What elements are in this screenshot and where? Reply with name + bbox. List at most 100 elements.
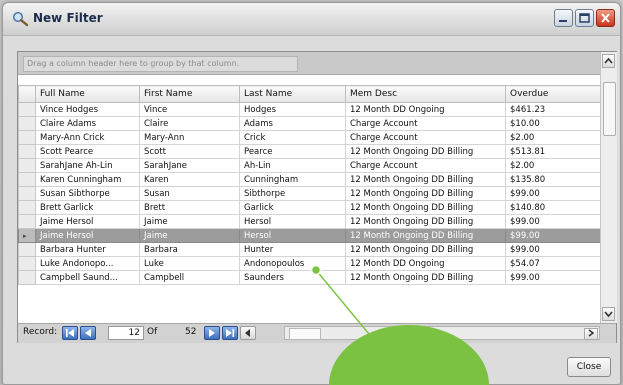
cell-overdue[interactable]: $99.00	[505, 214, 601, 229]
row-selector[interactable]: ▸	[18, 228, 36, 243]
cell-overdue[interactable]: $461.23	[505, 102, 601, 117]
cell-last-name[interactable]: Pearce	[239, 144, 346, 159]
cell-last-name[interactable]: Hersol	[239, 228, 346, 243]
cell-mem-desc[interactable]: Charge Account	[345, 116, 506, 131]
row-selector[interactable]	[18, 116, 36, 131]
title-bar[interactable]: New Filter	[3, 3, 620, 36]
table-row[interactable]: Claire Adams Claire Adams Charge Account $10…	[18, 116, 601, 131]
close-button[interactable]: Close	[567, 357, 611, 377]
cell-mem-desc[interactable]: 12 Month Ongoing DD Billing	[345, 242, 506, 257]
table-row[interactable]: Vince Hodges Vince Hodges 12 Month DD Ongoi…	[18, 102, 601, 117]
cell-overdue[interactable]: $10.00	[505, 116, 601, 131]
table-row[interactable]: Scott Pearce Scott Pearce 12 Month Ongoing …	[18, 144, 601, 159]
column-header-overdue[interactable]: Overdue	[505, 85, 601, 103]
row-selector[interactable]	[18, 186, 36, 201]
cell-last-name[interactable]: Andonopoulos	[239, 256, 346, 271]
cell-last-name[interactable]: Hodges	[239, 102, 346, 117]
cell-mem-desc[interactable]: 12 Month Ongoing DD Billing	[345, 228, 506, 243]
row-selector[interactable]	[18, 214, 36, 229]
current-record-field[interactable]: 12	[108, 326, 144, 340]
cell-mem-desc[interactable]: 12 Month Ongoing DD Billing	[345, 214, 506, 229]
group-by-panel[interactable]: Drag a column header here to group by th…	[18, 52, 600, 75]
cell-full-name[interactable]: Karen Cunningham	[35, 172, 140, 187]
cell-last-name[interactable]: Saunders	[239, 270, 346, 285]
cell-last-name[interactable]: Ah-Lin	[239, 158, 346, 173]
cell-last-name[interactable]: Hunter	[239, 242, 346, 257]
row-selector[interactable]	[18, 102, 36, 117]
table-row[interactable]: Luke Andonopo... Luke Andonopoulos 12 Month…	[18, 256, 601, 271]
cell-mem-desc[interactable]: 12 Month Ongoing DD Billing	[345, 200, 506, 215]
table-row[interactable]: Barbara Hunter Barbara Hunter 12 Month Ongo…	[18, 242, 601, 257]
close-window-button[interactable]	[596, 9, 615, 27]
column-header-mem-desc[interactable]: Mem Desc	[345, 85, 506, 103]
table-row[interactable]: Karen Cunningham Karen Cunningham 12 Month …	[18, 172, 601, 187]
maximize-button[interactable]	[575, 9, 594, 27]
cell-last-name[interactable]: Garlick	[239, 200, 346, 215]
cell-mem-desc[interactable]: Charge Account	[345, 130, 506, 145]
vertical-scrollbar[interactable]	[600, 52, 617, 323]
table-row[interactable]: SarahJane Ah-Lin SarahJane Ah-Lin Charge Ac…	[18, 158, 601, 173]
cell-overdue[interactable]: $513.81	[505, 144, 601, 159]
row-selector[interactable]	[18, 242, 36, 257]
cell-full-name[interactable]: Mary-Ann Crick	[35, 130, 140, 145]
column-header-first-name[interactable]: First Name	[139, 85, 240, 103]
cell-full-name[interactable]: Brett Garlick	[35, 200, 140, 215]
cell-first-name[interactable]: Jaime	[139, 228, 240, 243]
row-selector[interactable]	[18, 130, 36, 145]
cell-mem-desc[interactable]: 12 Month DD Ongoing	[345, 256, 506, 271]
horizontal-scrollbar[interactable]	[284, 326, 600, 340]
table-row[interactable]: ▸ Jaime Hersol Jaime Hersol 12 Month Ongoing…	[18, 228, 601, 243]
cell-overdue[interactable]: $2.00	[505, 130, 601, 145]
cell-overdue[interactable]: $99.00	[505, 242, 601, 257]
row-selector[interactable]	[18, 200, 36, 215]
first-record-button[interactable]	[62, 326, 78, 340]
cell-first-name[interactable]: Claire	[139, 116, 240, 131]
cell-full-name[interactable]: Campbell Saund...	[35, 270, 140, 285]
cell-overdue[interactable]: $99.00	[505, 186, 601, 201]
table-row[interactable]: Susan Sibthorpe Susan Sibthorpe 12 Month On…	[18, 186, 601, 201]
cell-mem-desc[interactable]: 12 Month DD Ongoing	[345, 102, 506, 117]
horizontal-scroll-thumb[interactable]	[289, 328, 321, 340]
cell-last-name[interactable]: Sibthorpe	[239, 186, 346, 201]
cell-mem-desc[interactable]: 12 Month Ongoing DD Billing	[345, 172, 506, 187]
cell-full-name[interactable]: Susan Sibthorpe	[35, 186, 140, 201]
scroll-up-button[interactable]	[602, 54, 615, 68]
cell-first-name[interactable]: Scott	[139, 144, 240, 159]
row-selector[interactable]	[18, 256, 36, 271]
row-selector[interactable]	[18, 270, 36, 285]
cell-last-name[interactable]: Hersol	[239, 214, 346, 229]
cell-first-name[interactable]: SarahJane	[139, 158, 240, 173]
cell-overdue[interactable]: $2.00	[505, 158, 601, 173]
table-row[interactable]: Jaime Hersol Jaime Hersol 12 Month Ongoing …	[18, 214, 601, 229]
cell-first-name[interactable]: Barbara	[139, 242, 240, 257]
cell-mem-desc[interactable]: 12 Month Ongoing DD Billing	[345, 186, 506, 201]
vertical-scroll-thumb[interactable]	[603, 82, 616, 136]
previous-record-button[interactable]	[80, 326, 96, 340]
last-record-button[interactable]	[222, 326, 238, 340]
cell-mem-desc[interactable]: 12 Month Ongoing DD Billing	[345, 144, 506, 159]
cell-overdue[interactable]: $54.07	[505, 256, 601, 271]
minimize-button[interactable]	[554, 9, 573, 27]
cell-first-name[interactable]: Vince	[139, 102, 240, 117]
table-row[interactable]: Mary-Ann Crick Mary-Ann Crick Charge Accoun…	[18, 130, 601, 145]
cell-first-name[interactable]: Susan	[139, 186, 240, 201]
row-selector[interactable]	[18, 144, 36, 159]
cell-last-name[interactable]: Crick	[239, 130, 346, 145]
cell-full-name[interactable]: Vince Hodges	[35, 102, 140, 117]
cell-first-name[interactable]: Jaime	[139, 214, 240, 229]
new-record-button[interactable]	[240, 326, 256, 340]
row-selector[interactable]	[18, 158, 36, 173]
cell-mem-desc[interactable]: 12 Month Ongoing DD Billing	[345, 270, 506, 285]
cell-mem-desc[interactable]: Charge Account	[345, 158, 506, 173]
cell-full-name[interactable]: Luke Andonopo...	[35, 256, 140, 271]
cell-full-name[interactable]: Jaime Hersol	[35, 214, 140, 229]
cell-full-name[interactable]: Claire Adams	[35, 116, 140, 131]
cell-overdue[interactable]: $135.80	[505, 172, 601, 187]
cell-full-name[interactable]: Jaime Hersol	[35, 228, 140, 243]
row-selector[interactable]	[18, 172, 36, 187]
cell-first-name[interactable]: Campbell	[139, 270, 240, 285]
cell-overdue[interactable]: $140.80	[505, 200, 601, 215]
cell-overdue[interactable]: $99.00	[505, 270, 601, 285]
scroll-right-button[interactable]	[584, 328, 598, 340]
cell-last-name[interactable]: Cunningham	[239, 172, 346, 187]
